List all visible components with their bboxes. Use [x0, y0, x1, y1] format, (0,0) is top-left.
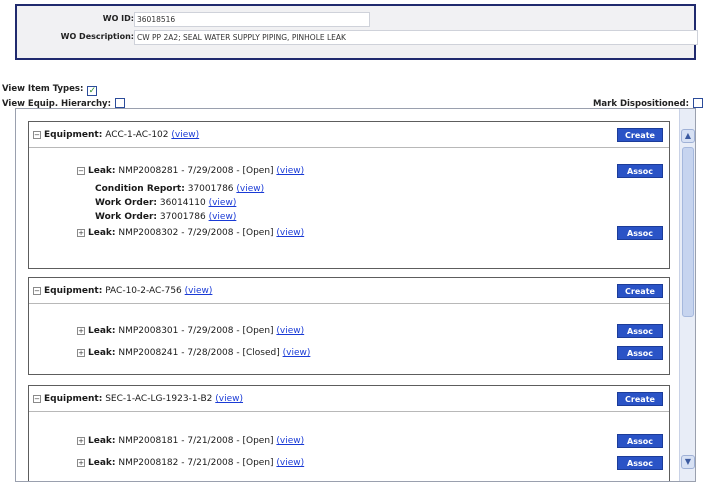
leak-view-link[interactable]: (view) [283, 348, 311, 358]
equipment-name: SEC-1-AC-LG-1923-1-B2 [105, 394, 213, 404]
equipment-label: Equipment: [44, 286, 103, 296]
leak-row: + Leak: NMP2008301 - 7/29/2008 - [Open] (… [77, 326, 304, 336]
equipment-view-link[interactable]: (view) [185, 286, 213, 296]
leak-row: − Leak: NMP2008281 - 7/29/2008 - [Open] (… [77, 166, 304, 176]
leak-text: NMP2008182 - 7/21/2008 - [Open] [118, 458, 274, 468]
leak-view-link[interactable]: (view) [276, 228, 304, 238]
assoc-button[interactable]: Assoc [617, 434, 663, 448]
equipment-card: − Equipment: SEC-1-AC-LG-1923-1-B2 (view)… [28, 385, 670, 481]
view-item-types-label: View Item Types: [2, 84, 84, 94]
wo-id-row: WO ID: 36018516 [17, 12, 694, 28]
equipment-view-link[interactable]: (view) [171, 130, 199, 140]
condition-report-view-link[interactable]: (view) [236, 184, 264, 194]
equipment-title: − Equipment: PAC-10-2-AC-756 (view) [33, 286, 212, 296]
equipment-title: − Equipment: SEC-1-AC-LG-1923-1-B2 (view) [33, 394, 243, 404]
work-order-label: Work Order: [95, 198, 158, 208]
equipment-view-link[interactable]: (view) [215, 394, 243, 404]
condition-report-number: 37001786 [187, 184, 234, 194]
equipment-label: Equipment: [44, 394, 103, 404]
condition-report-label: Condition Report: [95, 184, 185, 194]
work-order-row: Work Order: 37001786 (view) [95, 212, 236, 222]
wo-id-field[interactable]: 36018516 [134, 12, 370, 27]
condition-report-row: Condition Report: 37001786 (view) [95, 184, 264, 194]
expand-icon[interactable]: + [77, 459, 85, 467]
collapse-icon[interactable]: − [33, 131, 41, 139]
work-order-header: WO ID: 36018516 WO Description: CW PP 2A… [15, 4, 698, 60]
equipment-list-panel: − Equipment: ACC-1-AC-102 (view) Create −… [15, 108, 696, 482]
equipment-label: Equipment: [44, 130, 103, 140]
equipment-card: − Equipment: PAC-10-2-AC-756 (view) Creat… [28, 277, 670, 375]
wo-description-field[interactable]: CW PP 2A2; SEAL WATER SUPPLY PIPING, PIN… [134, 30, 698, 45]
assoc-button[interactable]: Assoc [617, 164, 663, 178]
collapse-icon[interactable]: − [33, 395, 41, 403]
leak-label: Leak: [88, 348, 116, 358]
leak-label: Leak: [88, 228, 116, 238]
leak-text: NMP2008281 - 7/29/2008 - [Open] [118, 166, 274, 176]
leak-text: NMP2008241 - 7/28/2008 - [Closed] [118, 348, 280, 358]
equipment-header: − Equipment: PAC-10-2-AC-756 (view) Creat… [29, 278, 669, 304]
assoc-button[interactable]: Assoc [617, 226, 663, 240]
work-order-view-link[interactable]: (view) [209, 198, 237, 208]
leak-text: NMP2008301 - 7/29/2008 - [Open] [118, 326, 274, 336]
mark-dispositioned-checkbox[interactable] [693, 98, 703, 108]
equipment-name: PAC-10-2-AC-756 [105, 286, 182, 296]
equipment-title: − Equipment: ACC-1-AC-102 (view) [33, 130, 199, 140]
collapse-icon[interactable]: − [77, 167, 85, 175]
leak-view-link[interactable]: (view) [276, 458, 304, 468]
equipment-header: − Equipment: ACC-1-AC-102 (view) Create [29, 122, 669, 148]
equipment-name: ACC-1-AC-102 [105, 130, 169, 140]
wo-description-label: WO Description: [60, 32, 134, 41]
assoc-button[interactable]: Assoc [617, 346, 663, 360]
leak-text: NMP2008302 - 7/29/2008 - [Open] [118, 228, 274, 238]
equipment-card: − Equipment: ACC-1-AC-102 (view) Create −… [28, 121, 670, 269]
view-item-types-checkbox[interactable]: ✓ [87, 86, 98, 96]
leak-row: + Leak: NMP2008182 - 7/21/2008 - [Open] (… [77, 458, 304, 468]
leak-view-link[interactable]: (view) [276, 436, 304, 446]
leak-row: + Leak: NMP2008241 - 7/28/2008 - [Closed]… [77, 348, 310, 358]
scroll-down-icon[interactable]: ▼ [681, 455, 695, 469]
scrollbar-thumb[interactable] [682, 147, 694, 317]
vertical-scrollbar[interactable]: ▲ ▼ [679, 109, 695, 481]
work-order-number: 36014110 [159, 198, 206, 208]
leak-text: NMP2008181 - 7/21/2008 - [Open] [118, 436, 274, 446]
create-button[interactable]: Create [617, 128, 663, 142]
work-order-number: 37001786 [159, 212, 206, 222]
work-order-view-link[interactable]: (view) [209, 212, 237, 222]
view-item-types-option: View Item Types: ✓ [2, 84, 98, 96]
collapse-icon[interactable]: − [33, 287, 41, 295]
leak-view-link[interactable]: (view) [276, 326, 304, 336]
create-button[interactable]: Create [617, 284, 663, 298]
equipment-header: − Equipment: SEC-1-AC-LG-1923-1-B2 (view)… [29, 386, 669, 412]
leak-label: Leak: [88, 326, 116, 336]
expand-icon[interactable]: + [77, 349, 85, 357]
view-equip-hierarchy-checkbox[interactable] [115, 98, 125, 108]
scroll-up-icon[interactable]: ▲ [681, 129, 695, 143]
assoc-button[interactable]: Assoc [617, 456, 663, 470]
wo-id-label: WO ID: [102, 14, 134, 23]
expand-icon[interactable]: + [77, 327, 85, 335]
leak-label: Leak: [88, 458, 116, 468]
leak-label: Leak: [88, 166, 116, 176]
create-button[interactable]: Create [617, 392, 663, 406]
leak-row: + Leak: NMP2008302 - 7/29/2008 - [Open] (… [77, 228, 304, 238]
work-order-row: Work Order: 36014110 (view) [95, 198, 236, 208]
assoc-button[interactable]: Assoc [617, 324, 663, 338]
wo-description-row: WO Description: CW PP 2A2; SEAL WATER SU… [17, 30, 698, 46]
expand-icon[interactable]: + [77, 437, 85, 445]
expand-icon[interactable]: + [77, 229, 85, 237]
work-order-label: Work Order: [95, 212, 158, 222]
leak-row: + Leak: NMP2008181 - 7/21/2008 - [Open] (… [77, 436, 304, 446]
leak-label: Leak: [88, 436, 116, 446]
leak-view-link[interactable]: (view) [276, 166, 304, 176]
